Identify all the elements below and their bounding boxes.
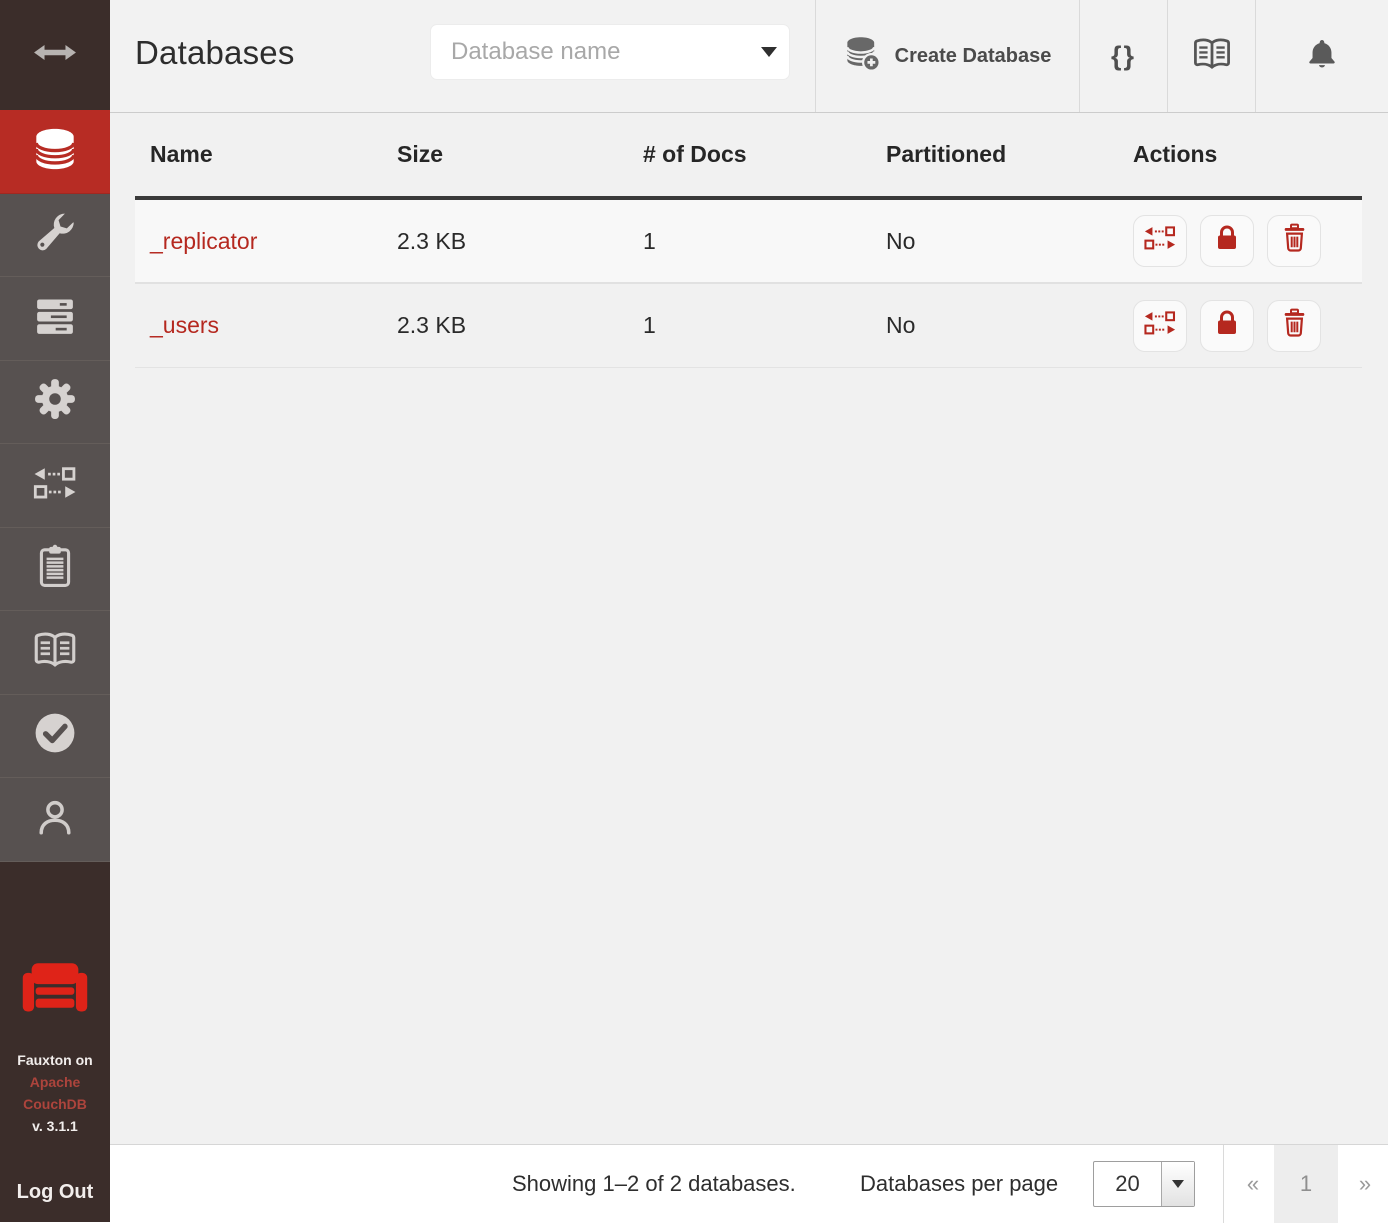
databases-content: Name Size # of Docs Partitioned Actions … [110,113,1388,1144]
logout-button[interactable]: Log Out [17,1181,94,1204]
trash-icon [1281,223,1308,259]
sidebar-branding: Fauxton on Apache CouchDB v. 3.1.1 Log O… [0,862,110,1223]
sidebar: Fauxton on Apache CouchDB v. 3.1.1 Log O… [0,0,110,1222]
database-partitioned: No [871,228,1118,255]
database-size: 2.3 KB [382,228,628,255]
showing-text: Showing 1–2 of 2 databases. [512,1145,796,1223]
database-icon [32,126,78,177]
branding-line-apache: Apache [17,1071,92,1093]
branding-line-fauxton: Fauxton on [17,1049,92,1071]
per-page-label: Databases per page [860,1145,1058,1223]
database-search-combobox[interactable] [430,24,790,80]
sidebar-item-active-tasks[interactable] [0,277,110,361]
check-circle-icon [32,710,78,761]
json-braces-icon: {} [1111,41,1136,72]
branding-version: v. 3.1.1 [17,1115,92,1137]
pagination-next-button[interactable]: » [1350,1145,1380,1223]
sidebar-item-documentation[interactable] [0,611,110,695]
database-plus-icon [844,35,882,78]
sidebar-item-account[interactable] [0,778,110,862]
column-header-docs: # of Docs [628,141,871,168]
column-header-size: Size [382,141,628,168]
page-title: Databases [135,34,295,72]
databases-table: Name Size # of Docs Partitioned Actions … [135,113,1362,368]
gear-icon [33,377,77,426]
sidebar-item-documents[interactable] [0,528,110,612]
create-database-label: Create Database [895,45,1052,68]
database-search-input[interactable] [451,38,761,66]
sidebar-item-configuration[interactable] [0,361,110,445]
fauxton-app: Fauxton on Apache CouchDB v. 3.1.1 Log O… [0,0,1388,1222]
documentation-button[interactable] [1167,0,1255,112]
lock-icon [1214,223,1240,259]
database-link[interactable]: _users [150,312,219,338]
chevron-down-icon [1172,1180,1184,1188]
notifications-button[interactable] [1255,0,1388,112]
table-row: _users 2.3 KB 1 No [135,284,1362,368]
set-permissions-button[interactable] [1200,300,1254,352]
set-permissions-button[interactable] [1200,215,1254,267]
lock-icon [1214,308,1240,344]
api-url-button[interactable]: {} [1079,0,1167,112]
wrench-icon [33,210,77,259]
column-header-actions: Actions [1118,141,1362,168]
couchdb-logo-icon [19,960,91,1023]
sidebar-item-databases[interactable] [0,110,110,194]
page-header: Databases [110,0,1388,113]
table-footer: Showing 1–2 of 2 databases. Databases pe… [110,1144,1388,1222]
trash-icon [1281,308,1308,344]
clipboard-icon [35,544,75,593]
replicate-database-button[interactable] [1133,300,1187,352]
server-icon [33,294,77,343]
delete-database-button[interactable] [1267,300,1321,352]
per-page-select[interactable]: 20 [1093,1161,1195,1207]
double-horizontal-arrow-icon [33,43,77,67]
user-icon [34,796,76,843]
database-partitioned: No [871,312,1118,339]
database-size: 2.3 KB [382,312,628,339]
replicate-database-button[interactable] [1133,215,1187,267]
column-header-partitioned: Partitioned [871,141,1118,168]
replicate-icon [1143,225,1177,257]
pagination-page-1[interactable]: 1 [1274,1145,1338,1223]
database-link[interactable]: _replicator [150,228,257,254]
replication-icon [32,466,78,505]
footer-divider [1223,1145,1224,1223]
branding-line-couchdb: CouchDB [17,1093,92,1115]
database-doc-count: 1 [628,228,871,255]
table-header-row: Name Size # of Docs Partitioned Actions [135,113,1362,200]
replicate-icon [1143,310,1177,342]
select-dropdown-button[interactable] [1161,1162,1194,1206]
book-icon [1191,36,1233,77]
per-page-value: 20 [1094,1162,1161,1206]
database-doc-count: 1 [628,312,871,339]
bell-icon [1304,36,1340,77]
sidebar-item-setup[interactable] [0,194,110,278]
column-header-name: Name [135,141,382,168]
sidebar-item-verify[interactable] [0,695,110,779]
create-database-button[interactable]: Create Database [815,0,1079,112]
book-icon [31,630,79,675]
pagination-previous-button[interactable]: « [1238,1145,1268,1223]
sidebar-collapse-button[interactable] [0,0,110,110]
delete-database-button[interactable] [1267,215,1321,267]
table-row: _replicator 2.3 KB 1 No [135,200,1362,284]
sidebar-item-replication[interactable] [0,444,110,528]
chevron-down-icon[interactable] [761,47,777,57]
